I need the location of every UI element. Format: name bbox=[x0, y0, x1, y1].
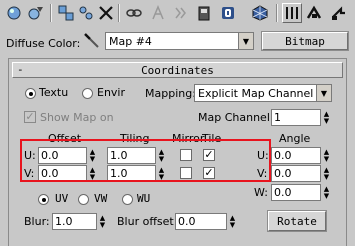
texture-radio[interactable] bbox=[25, 88, 36, 99]
v-angle-spinner[interactable]: 0.0 ▲ ▼ bbox=[271, 165, 331, 182]
delete-icon[interactable] bbox=[96, 3, 116, 23]
v-angle-value[interactable]: 0.0 bbox=[271, 165, 321, 182]
blur-offset-label: Blur offset: bbox=[117, 215, 178, 228]
spinner-arrows-icon[interactable]: ▲ ▼ bbox=[98, 213, 107, 230]
blur-value[interactable]: 1.0 bbox=[52, 213, 97, 230]
spinner-arrows-icon[interactable]: ▲ ▼ bbox=[322, 147, 331, 164]
mapping-label: Mapping: bbox=[145, 87, 196, 100]
texture-label: Textu bbox=[39, 86, 69, 99]
environ-label: Envir bbox=[97, 86, 126, 99]
rotate-button[interactable]: Rotate bbox=[267, 210, 327, 232]
assign-to-selection-icon[interactable] bbox=[56, 3, 76, 23]
map-name-value: Map #4 bbox=[109, 34, 152, 48]
wu-radio[interactable] bbox=[122, 194, 133, 205]
map-channel-spinner[interactable]: 1 ▲ ▼ bbox=[271, 109, 331, 126]
diffuse-color-label: Diffuse Color: bbox=[6, 37, 81, 50]
map-channel-label: Map Channel: bbox=[198, 111, 274, 124]
environ-radio[interactable] bbox=[82, 88, 93, 99]
go-forward-icon[interactable] bbox=[304, 3, 324, 23]
map-type-button[interactable]: Bitmap bbox=[261, 31, 349, 51]
blur-offset-spinner[interactable]: 0.0 ▲ ▼ bbox=[175, 213, 237, 230]
put-to-scene-icon[interactable] bbox=[26, 3, 46, 23]
w-angle-spinner[interactable]: 0.0 ▲ ▼ bbox=[271, 184, 331, 201]
chevron-down-icon[interactable]: ▼ bbox=[238, 33, 253, 49]
go-to-sibling-icon[interactable] bbox=[328, 3, 348, 23]
wu-label: WU bbox=[137, 192, 151, 205]
blur-offset-value[interactable]: 0.0 bbox=[175, 213, 227, 230]
u-angle-value[interactable]: 0.0 bbox=[271, 147, 321, 164]
rollout-title-bar[interactable]: - Coordinates bbox=[12, 62, 343, 78]
highlight-box bbox=[20, 139, 271, 182]
vw-label: VW bbox=[94, 192, 108, 205]
uv-radio[interactable] bbox=[38, 194, 49, 205]
show-map-on-label: Show Map on bbox=[40, 111, 114, 124]
mapping-value: Explicit Map Channel bbox=[198, 86, 314, 100]
map-channel-value[interactable]: 1 bbox=[271, 109, 321, 126]
mapping-dropdown[interactable]: Explicit Map Channel ▼ bbox=[194, 84, 332, 102]
spinner-arrows-icon[interactable]: ▲ ▼ bbox=[322, 109, 331, 126]
collapse-icon: - bbox=[17, 63, 24, 76]
pick-material-from-object-icon[interactable] bbox=[82, 31, 102, 51]
material-effects-channel-icon[interactable] bbox=[170, 3, 190, 23]
u-angle-spinner[interactable]: 0.0 ▲ ▼ bbox=[271, 147, 331, 164]
show-map-hierarchy-icon[interactable] bbox=[282, 3, 302, 23]
spinner-arrows-icon[interactable]: ▲ ▼ bbox=[322, 184, 331, 201]
w-angle-label: W: bbox=[254, 186, 268, 199]
vw-radio[interactable] bbox=[78, 194, 89, 205]
spinner-arrows-icon[interactable]: ▲ ▼ bbox=[228, 213, 237, 230]
map-name-dropdown[interactable]: Map #4 ▼ bbox=[105, 32, 254, 50]
go-to-parent-icon[interactable] bbox=[250, 3, 270, 23]
get-material-icon[interactable] bbox=[4, 3, 24, 23]
rollout-title: Coordinates bbox=[141, 63, 214, 77]
chevron-down-icon[interactable]: ▼ bbox=[316, 85, 331, 101]
blur-spinner[interactable]: 1.0 ▲ ▼ bbox=[52, 213, 107, 230]
spinner-arrows-icon[interactable]: ▲ ▼ bbox=[322, 165, 331, 182]
angle-header: Angle bbox=[279, 132, 311, 145]
show-map-in-viewport-icon[interactable] bbox=[194, 3, 214, 23]
uv-label: UV bbox=[55, 192, 69, 205]
w-angle-value[interactable]: 0.0 bbox=[271, 184, 321, 201]
make-unique-icon[interactable] bbox=[124, 3, 144, 23]
put-to-library-icon[interactable] bbox=[148, 3, 168, 23]
material-toolbar bbox=[0, 0, 355, 28]
show-map-on-checkbox[interactable]: ✓ bbox=[24, 111, 36, 123]
reset-map-icon[interactable] bbox=[76, 3, 96, 23]
show-end-result-icon[interactable] bbox=[218, 3, 238, 23]
blur-label: Blur: bbox=[24, 215, 50, 228]
